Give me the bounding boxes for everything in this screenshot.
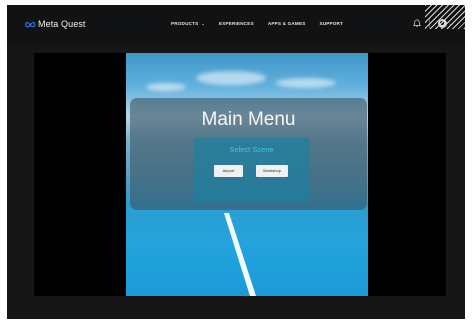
top-navigation: Meta Quest PRODUCTS ⌄ EXPERIENCES APPS &…: [7, 5, 465, 45]
nav-link-apps-games[interactable]: APPS & GAMES: [268, 21, 306, 26]
nav-link-label: EXPERIENCES: [218, 21, 254, 26]
video-player[interactable]: Main Menu Select Scene Airport Workshop: [34, 53, 446, 296]
vr-scene-view: Main Menu Select Scene Airport Workshop: [126, 53, 368, 296]
laser-pointer: [224, 213, 256, 296]
nav-link-label: SUPPORT: [319, 21, 344, 26]
nav-link-support[interactable]: SUPPORT: [319, 21, 343, 26]
chevron-down-icon: ⌄: [201, 21, 205, 26]
meta-infinity-icon: [25, 21, 36, 27]
nav-links: PRODUCTS ⌄ EXPERIENCES APPS & GAMES SUPP…: [171, 21, 357, 26]
nav-link-label: PRODUCTS: [171, 21, 199, 26]
meta-quest-page: Meta Quest PRODUCTS ⌄ EXPERIENCES APPS &…: [7, 5, 465, 319]
nav-link-products[interactable]: PRODUCTS ⌄: [171, 21, 205, 26]
nav-link-experiences[interactable]: EXPERIENCES: [219, 21, 254, 26]
bell-icon[interactable]: [412, 19, 421, 28]
meta-quest-logo[interactable]: Meta Quest: [25, 19, 86, 29]
corner-decoration: [425, 5, 465, 29]
nav-link-label: APPS & GAMES: [267, 21, 306, 26]
logo-text: Meta Quest: [38, 19, 86, 29]
